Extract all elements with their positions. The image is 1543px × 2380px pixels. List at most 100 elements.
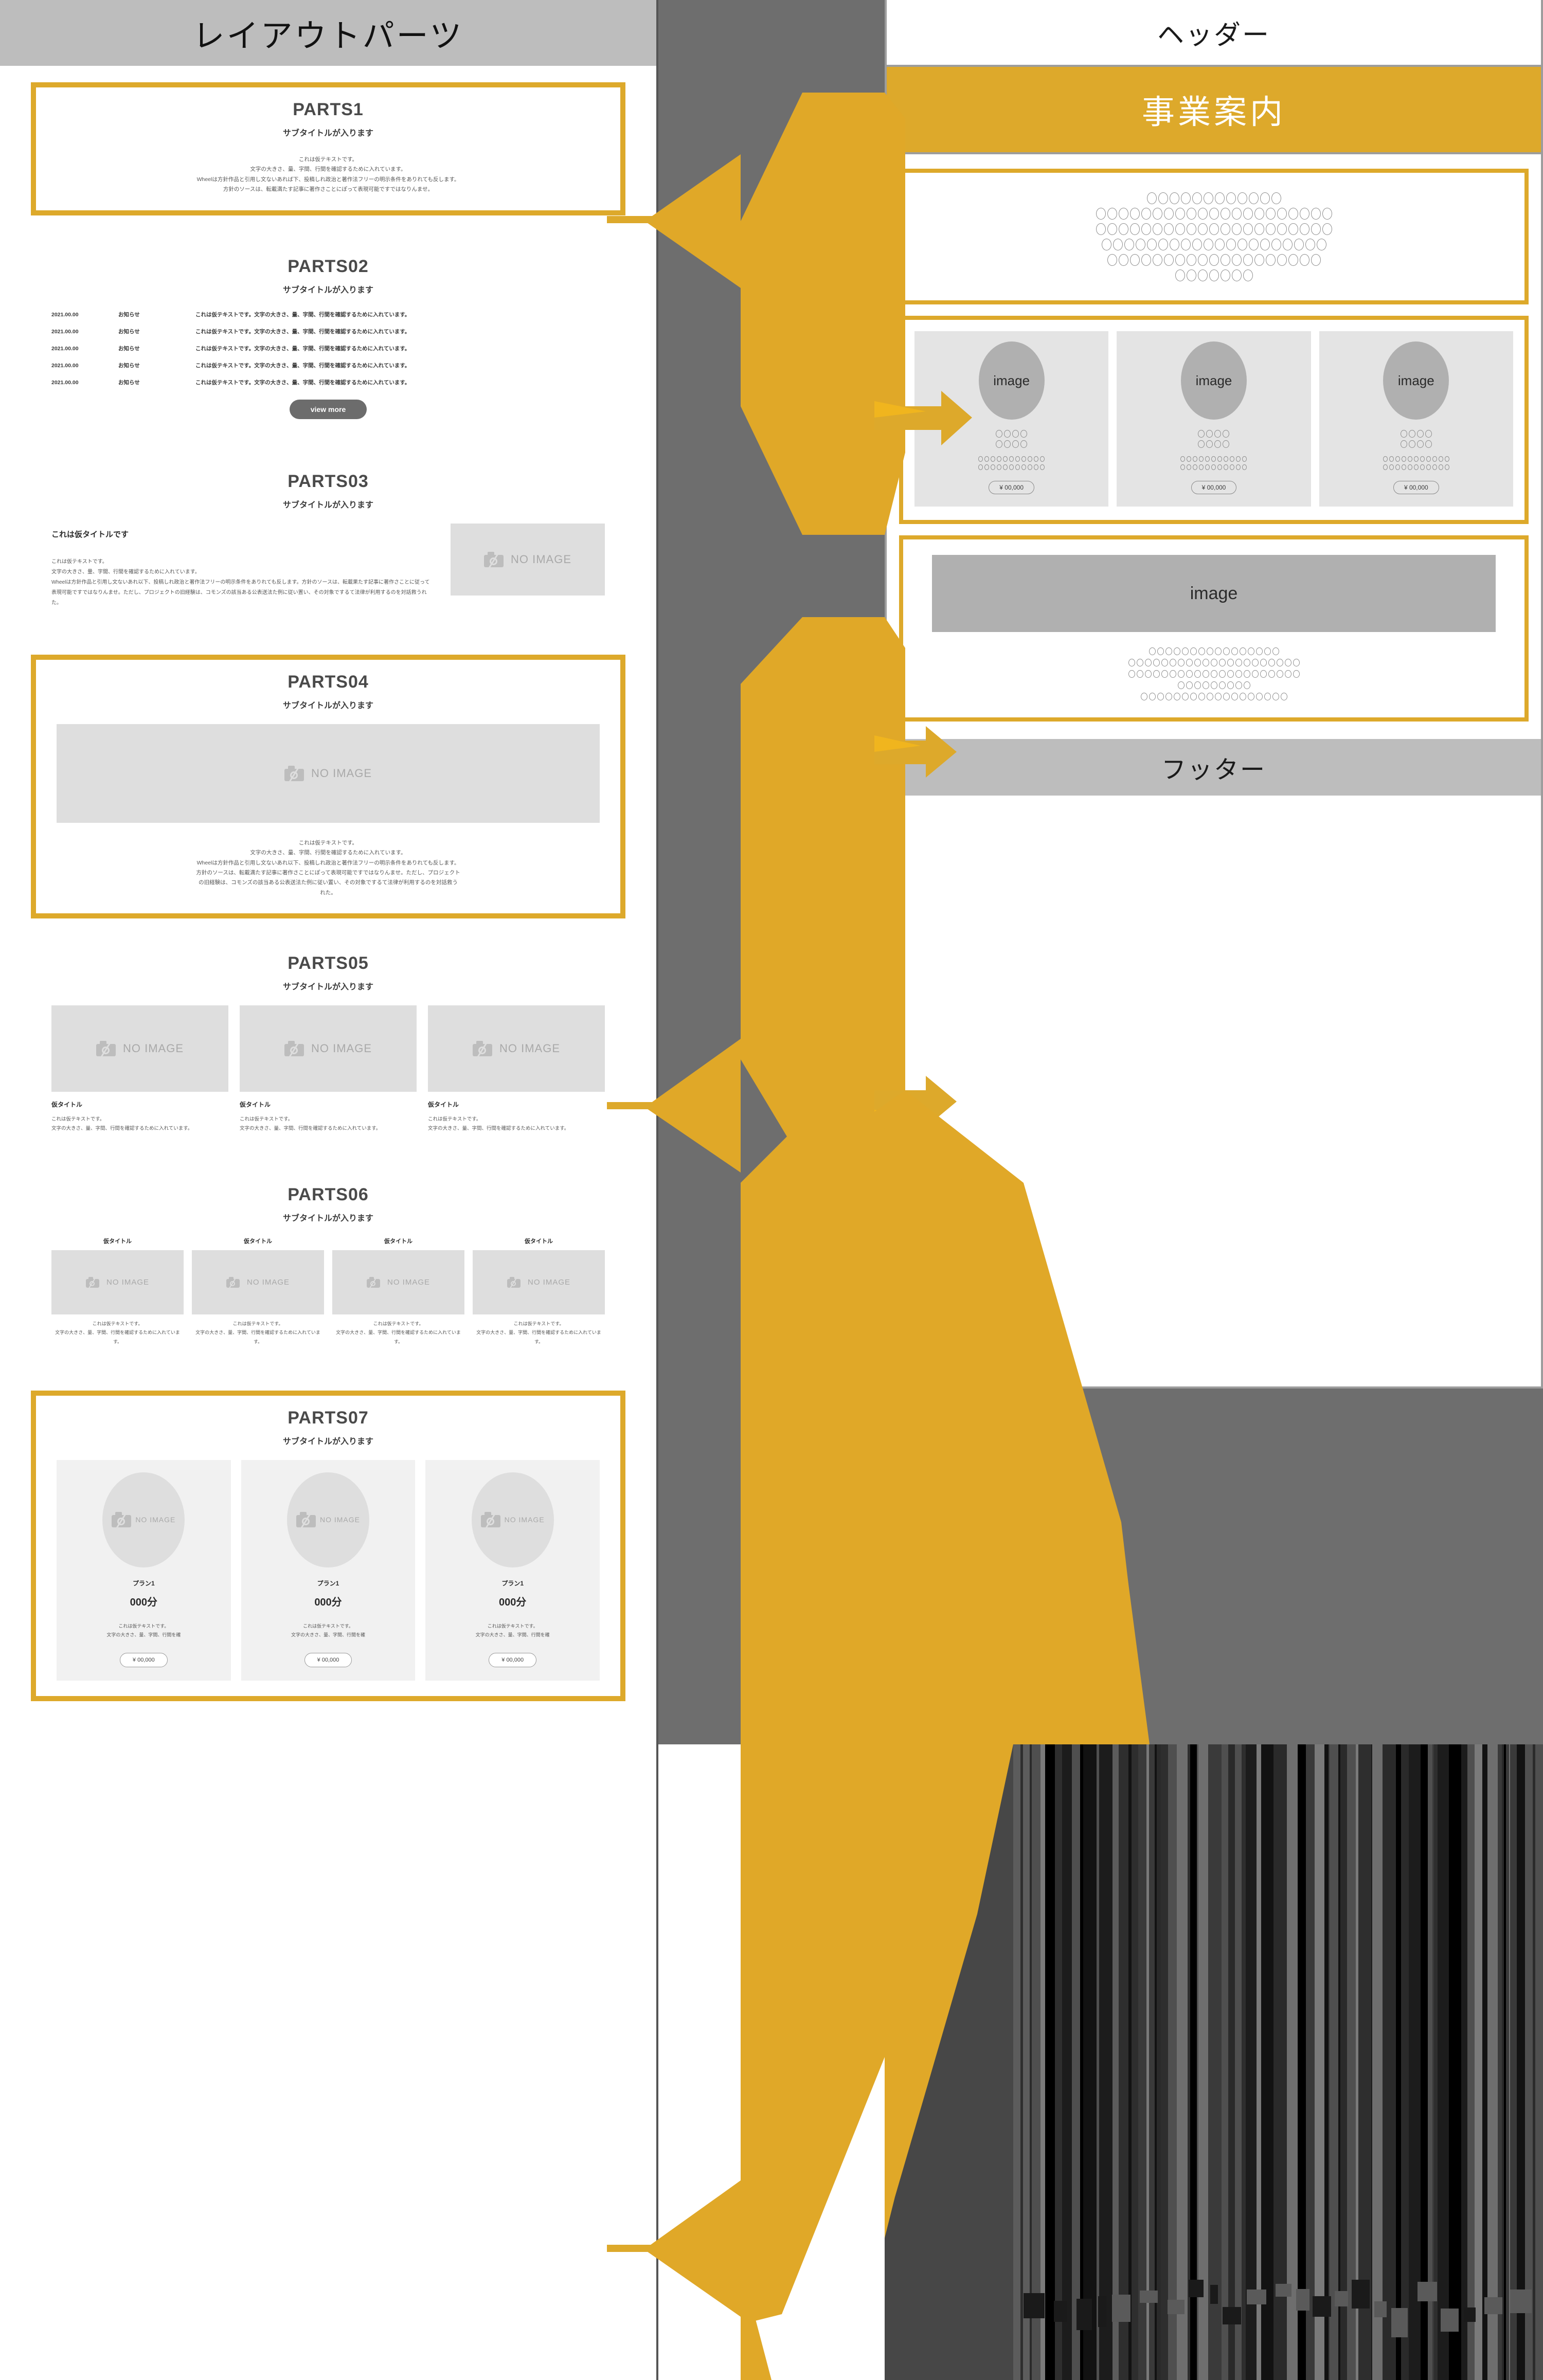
parts05-item-title: 仮タイトル	[51, 1101, 83, 1109]
circle-glyph	[1203, 192, 1213, 204]
table-row[interactable]: 2021.00.00 お知らせ これは仮テキストです。文字の大きさ、量、字間、行…	[51, 378, 605, 386]
camera-off-icon	[483, 551, 504, 568]
parts07-title: PARTS07	[288, 1408, 369, 1428]
circle-glyph	[1149, 693, 1156, 700]
parts05-item-text: これは仮テキストです。 文字の大きさ、量、字間、行間を確認するために入れています…	[51, 1116, 193, 1132]
camera-off-icon	[366, 1276, 380, 1288]
circle-glyph	[1157, 693, 1164, 700]
render-artifact-streaks	[885, 1744, 1543, 2380]
table-row[interactable]: 2021.00.00 お知らせ これは仮テキストです。文字の大きさ、量、字間、行…	[51, 362, 605, 369]
news-category: お知らせ	[118, 345, 140, 352]
preview-header: ヘッダー	[887, 0, 1541, 67]
parts06-item-text: これは仮テキストです。 文字の大きさ、量、字間、行間を確認するために入れています…	[195, 1321, 320, 1344]
circle-glyph	[1251, 670, 1259, 678]
circle-glyph	[1004, 430, 1011, 438]
circle-glyph	[1199, 456, 1204, 462]
preview-card[interactable]: image ¥ 00,000	[1117, 331, 1311, 507]
pricing-card: NO IMAGE プラン1 000分 これは仮テキストです。 文字の大きさ、量、…	[425, 1459, 600, 1681]
table-row[interactable]: 2021.00.00 お知らせ これは仮テキストです。文字の大きさ、量、字間、行…	[51, 328, 605, 335]
circle-glyph	[1395, 456, 1400, 462]
circle-glyph	[1242, 456, 1247, 462]
card-price-button[interactable]: ¥ 00,000	[1393, 481, 1439, 494]
plan-price-button[interactable]: ¥ 00,000	[489, 1652, 537, 1667]
circle-glyph	[1144, 670, 1152, 678]
table-row[interactable]: 2021.00.00 お知らせ これは仮テキストです。文字の大きさ、量、字間、行…	[51, 345, 605, 352]
parts06-image-placeholder: NO IMAGE	[192, 1250, 324, 1315]
parts06-item-title: 仮タイトル	[244, 1238, 272, 1245]
circle-glyph	[1311, 223, 1321, 235]
layout-parts-panel: レイアウトパーツ PARTS1 サブタイトルが入ります これは仮テキストです。 …	[0, 0, 658, 2380]
circle-glyph	[1230, 456, 1235, 462]
circle-glyph	[1181, 647, 1189, 655]
circle-glyph	[1118, 208, 1128, 220]
preview-card[interactable]: image ¥ 00,000	[914, 331, 1109, 507]
circle-glyph	[1163, 223, 1174, 235]
plan-price-button[interactable]: ¥ 00,000	[304, 1652, 352, 1667]
circle-text-row	[913, 693, 1514, 700]
circle-glyph	[1015, 464, 1020, 470]
parts02-subtitle: サブタイトルが入ります	[282, 285, 373, 295]
card-price-button[interactable]: ¥ 00,000	[1191, 481, 1237, 494]
card-circle-rows	[978, 430, 1045, 473]
circle-glyph	[1235, 659, 1242, 666]
no-image-label: NO IMAGE	[122, 1042, 184, 1055]
camera-off-icon	[226, 1276, 240, 1288]
circle-text-row	[1180, 456, 1247, 462]
circle-text-row	[1180, 430, 1247, 438]
circle-glyph	[1003, 456, 1008, 462]
circle-glyph	[1243, 681, 1250, 689]
circle-text-row	[1180, 440, 1247, 448]
circle-glyph	[1231, 208, 1242, 220]
circle-glyph	[1202, 670, 1209, 678]
circle-glyph	[1152, 208, 1162, 220]
circle-glyph	[1305, 239, 1315, 250]
parts04-image-placeholder: NO IMAGE	[57, 724, 600, 823]
plan-price-button[interactable]: ¥ 00,000	[119, 1652, 168, 1667]
circle-glyph	[1407, 464, 1412, 470]
circle-glyph	[1265, 254, 1276, 266]
view-more-button[interactable]: view more	[290, 399, 367, 419]
camera-off-icon	[472, 1041, 492, 1058]
news-text: これは仮テキストです。文字の大きさ、量、字間、行間を確認するために入れています。	[195, 328, 410, 335]
no-image-label: NO IMAGE	[106, 1278, 149, 1287]
circle-glyph	[1107, 254, 1117, 266]
circle-glyph	[1425, 440, 1432, 448]
card-price-button[interactable]: ¥ 00,000	[989, 481, 1035, 494]
circle-glyph	[1420, 464, 1425, 470]
circle-glyph	[1028, 456, 1033, 462]
circle-glyph	[1135, 239, 1145, 250]
news-text: これは仮テキストです。文字の大きさ、量、字間、行間を確認するために入れています。	[195, 345, 410, 352]
table-row[interactable]: 2021.00.00 お知らせ これは仮テキストです。文字の大きさ、量、字間、行…	[51, 311, 605, 318]
circle-glyph	[1264, 693, 1271, 700]
parts03-lead-title: これは仮タイトルです	[51, 530, 129, 539]
news-date: 2021.00.00	[51, 328, 79, 335]
circle-glyph	[1322, 208, 1332, 220]
circle-glyph	[1197, 269, 1208, 281]
circle-glyph	[1165, 693, 1172, 700]
circle-glyph	[1218, 670, 1226, 678]
preview-card[interactable]: image ¥ 00,000	[1319, 331, 1513, 507]
circle-glyph	[1020, 430, 1028, 438]
circle-glyph	[1096, 208, 1106, 220]
parts05-grid: NO IMAGE 仮タイトル これは仮テキストです。 文字の大きさ、量、字間、行…	[51, 1005, 605, 1133]
circle-glyph	[1243, 670, 1250, 678]
circle-glyph	[1280, 693, 1287, 700]
circle-glyph	[978, 456, 983, 462]
wide-image-placeholder: image	[932, 555, 1496, 632]
circle-glyph	[1214, 192, 1225, 204]
circle-glyph	[1322, 223, 1332, 235]
circle-glyph	[1210, 670, 1217, 678]
no-image-label: NO IMAGE	[499, 1042, 560, 1055]
plan-name: プラン1	[132, 1579, 155, 1587]
parts04-body-line: Wheelは方針作品と引用し文ないあれ以下、投稿しれ政治と著作法フリーの明示条件…	[196, 859, 460, 866]
news-list: 2021.00.00 お知らせ これは仮テキストです。文字の大きさ、量、字間、行…	[51, 311, 605, 386]
circle-glyph	[1107, 223, 1117, 235]
circle-glyph	[1128, 659, 1135, 666]
circle-glyph	[1214, 693, 1222, 700]
page-preview-panel: ヘッダー 事業案内 image ¥ 00,000 image ¥ 00,000 …	[885, 0, 1543, 1389]
circle-glyph	[1186, 208, 1196, 220]
circle-glyph	[1146, 239, 1157, 250]
circle-glyph	[1163, 208, 1174, 220]
circle-glyph	[1177, 659, 1185, 666]
card-image-placeholder: image	[978, 341, 1045, 420]
